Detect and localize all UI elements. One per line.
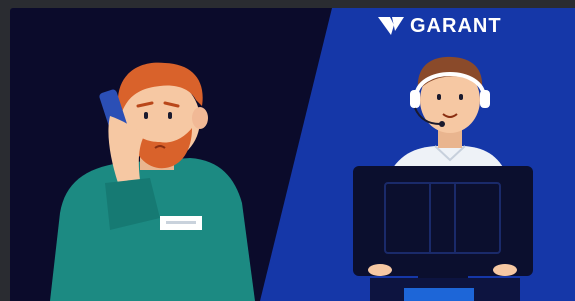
garant-v-logo-icon [378, 17, 404, 35]
scene-illustration [10, 8, 575, 301]
customer-shirt [50, 158, 255, 301]
monitor-icon [353, 166, 533, 301]
brand-name: GARANT [410, 14, 502, 37]
illustration-scene [10, 8, 575, 301]
brand-logo: GARANT [378, 14, 502, 38]
